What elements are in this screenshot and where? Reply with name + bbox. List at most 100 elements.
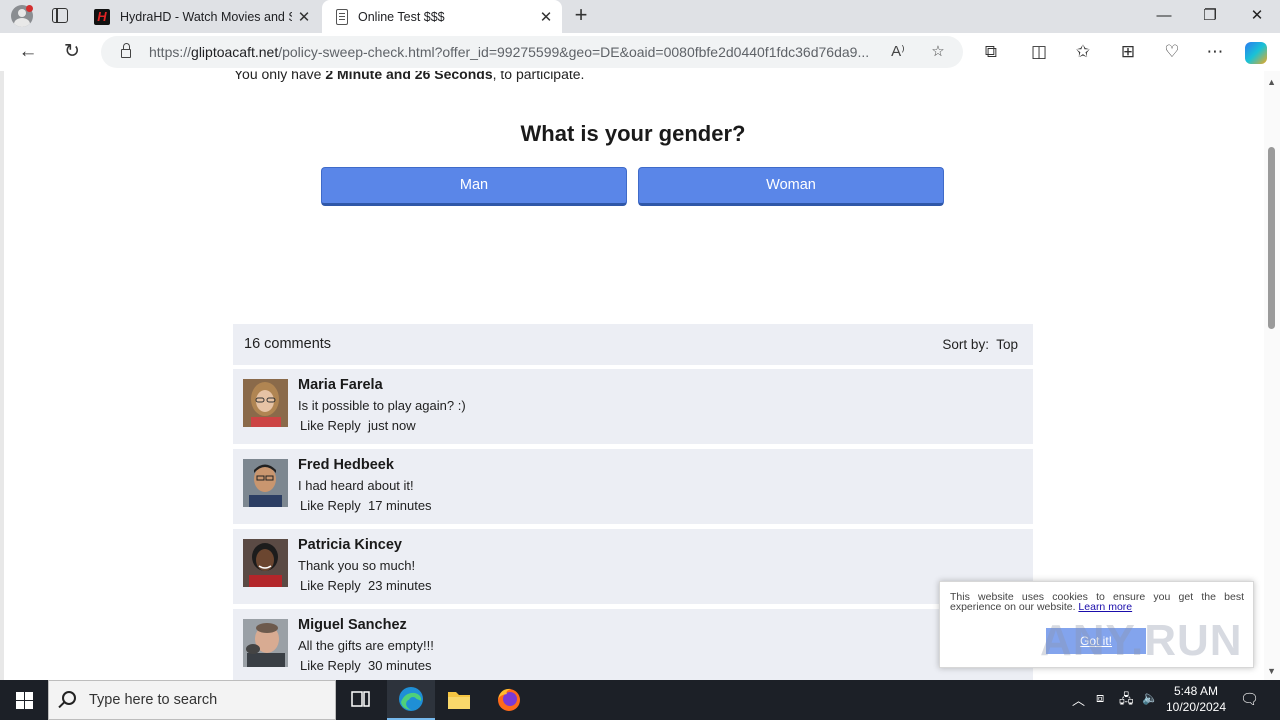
reply-link[interactable]: Reply — [327, 658, 360, 673]
comment-text: All the gifts are empty!!! — [298, 638, 434, 653]
sort-label: Sort by: — [942, 337, 989, 352]
tray-app-icon[interactable]: ⧈ — [1096, 690, 1104, 706]
read-aloud-icon[interactable]: A⁾ — [887, 41, 909, 63]
comment-item: Fred Hedbeek I had heard about it! Like … — [233, 449, 1033, 524]
like-link[interactable]: Like — [300, 498, 324, 513]
comments-header: 16 comments Sort by: Top — [233, 324, 1033, 365]
comments-count: 16 comments — [244, 336, 332, 352]
url-text[interactable]: https://gliptoacaft.net/policy-sweep-che… — [149, 44, 869, 60]
reply-link[interactable]: Reply — [327, 578, 360, 593]
cookie-banner: This website uses cookies to ensure you … — [939, 581, 1254, 668]
scroll-down-icon[interactable]: ▼ — [1267, 666, 1276, 676]
clock-date: 10/20/2024 — [1165, 700, 1227, 714]
hydrahd-favicon-icon: H — [94, 8, 110, 25]
favorite-star-icon[interactable]: ☆ — [927, 41, 949, 63]
network-icon[interactable]: 🖧 — [1119, 690, 1134, 712]
avatar — [243, 619, 288, 667]
refresh-icon[interactable]: ↻ — [57, 37, 87, 67]
browser-toolbar: ← ↻ https://gliptoacaft.net/policy-sweep… — [0, 33, 1280, 71]
volume-icon[interactable]: 🔈 — [1142, 690, 1158, 706]
tab-online-test[interactable]: Online Test $$$ ✕ — [322, 0, 562, 33]
url-path: /policy-sweep-check.html?offer_id=992755… — [278, 44, 870, 60]
scroll-up-icon[interactable]: ▲ — [1267, 77, 1276, 87]
comment-time: 17 minutes — [367, 498, 432, 513]
comment-text: Is it possible to play again? :) — [298, 398, 466, 413]
comment-author: Fred Hedbeek — [298, 457, 394, 473]
address-bar[interactable]: https://gliptoacaft.net/policy-sweep-che… — [101, 36, 963, 68]
answer-man-button[interactable]: Man — [321, 167, 627, 206]
tab-strip: H HydraHD - Watch Movies and Se ✕ Online… — [0, 0, 1280, 33]
url-host: gliptoacaft.net — [191, 44, 279, 60]
collections-icon[interactable]: ⊞ — [1116, 41, 1140, 63]
answer-woman-button[interactable]: Woman — [638, 167, 944, 206]
comment-author: Maria Farela — [298, 377, 383, 393]
tab-title: Online Test $$$ — [358, 9, 445, 24]
close-icon[interactable]: ✕ — [292, 8, 316, 26]
search-icon — [62, 691, 76, 705]
back-icon[interactable]: ← — [13, 37, 43, 67]
lock-icon[interactable] — [121, 43, 131, 58]
taskbar-search[interactable]: Type here to search — [48, 680, 336, 720]
comment-item: Patricia Kincey Thank you so much! Like … — [233, 529, 1033, 604]
comment-meta: Like Reply 17 minutes — [300, 498, 432, 513]
question-heading: What is your gender? — [520, 121, 746, 146]
comment-item: Maria Farela Is it possible to play agai… — [233, 369, 1033, 444]
tab-title: HydraHD - Watch Movies and Se — [120, 9, 292, 24]
close-icon[interactable]: ✕ — [534, 8, 558, 26]
comment-time: just now — [367, 418, 416, 433]
url-scheme: https:// — [149, 44, 192, 60]
like-link[interactable]: Like — [300, 658, 324, 673]
close-window-icon[interactable]: ✕ — [1234, 0, 1280, 33]
timer-prefix: You only have — [234, 71, 326, 82]
edge-taskbar-icon[interactable] — [387, 680, 435, 720]
extensions-icon[interactable]: ⧉ — [979, 41, 1003, 63]
tab-hydrahd[interactable]: H HydraHD - Watch Movies and Se ✕ — [84, 0, 320, 33]
comment-time: 23 minutes — [367, 578, 432, 593]
file-explorer-icon[interactable] — [435, 680, 483, 720]
page-scrollbar[interactable]: ▲ ▼ — [1264, 71, 1280, 680]
avatar — [243, 539, 288, 587]
windows-taskbar: Type here to search ︿ ⧈ 🖧 🔈 5:48 AM 10/2… — [0, 680, 1280, 720]
reply-link[interactable]: Reply — [327, 498, 360, 513]
copilot-icon[interactable] — [1245, 42, 1267, 64]
taskbar-clock[interactable]: 5:48 AM 10/20/2024 — [1160, 683, 1232, 715]
new-tab-icon[interactable]: + — [570, 4, 592, 28]
firefox-icon[interactable] — [485, 680, 533, 720]
minimize-icon[interactable]: — — [1141, 0, 1187, 33]
timer-text: You only have 2 Minute and 26 Seconds, t… — [234, 71, 584, 82]
avatar — [243, 379, 288, 427]
notifications-icon[interactable]: 🗨 — [1240, 690, 1259, 708]
comment-meta: Like Reply just now — [300, 418, 416, 433]
windows-start-icon[interactable] — [0, 680, 48, 720]
comment-item: Miguel Sanchez All the gifts are empty!!… — [233, 609, 1033, 680]
comment-meta: Like Reply 30 minutes — [300, 658, 432, 673]
split-screen-icon[interactable]: ◫ — [1027, 41, 1051, 63]
task-view-icon[interactable] — [336, 680, 384, 720]
anyrun-watermark: ANY.RUN — [1040, 616, 1243, 665]
favorites-icon[interactable]: ✩ — [1071, 41, 1095, 63]
learn-more-link[interactable]: Learn more — [1078, 601, 1132, 613]
comment-author: Patricia Kincey — [298, 537, 402, 553]
like-link[interactable]: Like — [300, 418, 324, 433]
timer-suffix: , to participate. — [492, 71, 585, 82]
reply-link[interactable]: Reply — [327, 418, 360, 433]
comment-text: Thank you so much! — [298, 558, 416, 573]
timer-value: 2 Minute and 26 Seconds — [325, 71, 493, 82]
sort-control[interactable]: Sort by: Top — [942, 337, 1018, 352]
page-viewport: You only have 2 Minute and 26 Seconds, t… — [0, 71, 1280, 680]
avatar — [243, 459, 288, 507]
comment-author: Miguel Sanchez — [298, 617, 407, 633]
like-link[interactable]: Like — [300, 578, 324, 593]
scroll-thumb[interactable] — [1268, 147, 1275, 329]
restore-icon[interactable]: ❐ — [1187, 0, 1233, 33]
tab-actions-icon[interactable] — [52, 8, 68, 23]
cookie-text: This website uses cookies to ensure you … — [950, 592, 1244, 613]
browser-essentials-icon[interactable]: ♡ — [1160, 41, 1184, 63]
more-icon[interactable]: ⋯ — [1203, 41, 1227, 63]
sort-value[interactable]: Top — [996, 337, 1018, 352]
comment-meta: Like Reply 23 minutes — [300, 578, 432, 593]
page-favicon-icon — [336, 8, 348, 25]
clock-time: 5:48 AM — [1173, 684, 1219, 698]
search-placeholder: Type here to search — [89, 692, 218, 708]
tray-chevron-icon[interactable]: ︿ — [1072, 690, 1085, 709]
